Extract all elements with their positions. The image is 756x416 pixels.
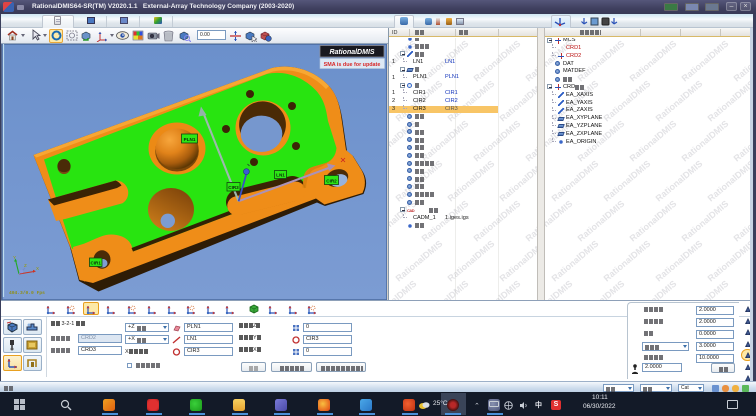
svg-text:LN1: LN1 — [276, 173, 285, 178]
svg-text:RationalDMIS: RationalDMIS — [329, 49, 374, 56]
svg-text:CIR1: CIR1 — [90, 261, 101, 266]
svg-text:CIR3: CIR3 — [228, 185, 239, 190]
svg-text:404.3/0.0 Fps: 404.3/0.0 Fps — [9, 290, 45, 296]
svg-text:Y: Y — [13, 255, 16, 260]
svg-text:X: X — [36, 266, 39, 271]
svg-text:Z: Z — [24, 263, 27, 268]
svg-text:SMA is due for update: SMA is due for update — [324, 62, 381, 68]
svg-text:PLN1: PLN1 — [184, 137, 196, 142]
svg-text:CIR2: CIR2 — [326, 178, 337, 183]
